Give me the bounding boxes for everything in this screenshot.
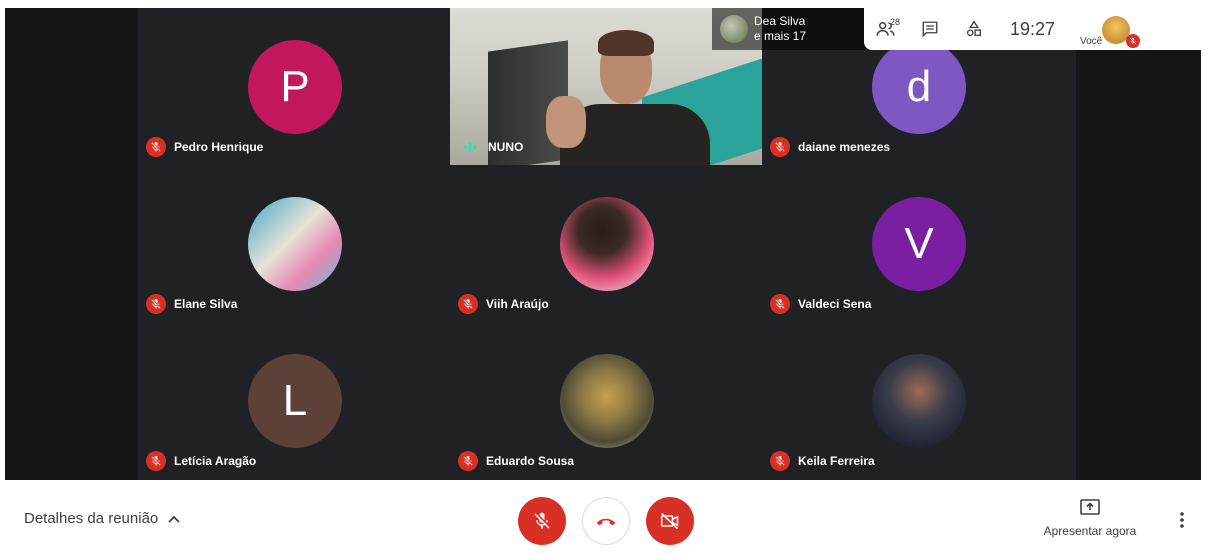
participant-name-row: Pedro Henrique — [146, 137, 263, 157]
participant-name: Letícia Aragão — [174, 454, 257, 468]
mic-off-icon — [534, 512, 550, 529]
camera-off-icon — [660, 512, 679, 530]
present-screen-icon — [1080, 499, 1100, 515]
people-count: 28 — [890, 17, 901, 27]
participant-tile[interactable]: Elane Silva — [138, 165, 450, 322]
speaking-indicator-icon — [460, 137, 480, 157]
participant-tile[interactable]: L Letícia Aragão — [138, 322, 450, 479]
hang-up-icon — [596, 518, 616, 526]
chat-button[interactable] — [908, 8, 952, 50]
mic-off-icon — [458, 451, 478, 471]
activities-button[interactable] — [952, 8, 996, 50]
mic-off-icon — [146, 294, 166, 314]
meeting-stage: P Pedro Henrique NUNO d daiane menezes E… — [0, 0, 1206, 480]
participant-name: Elane Silva — [174, 297, 238, 311]
more-vert-icon — [1180, 512, 1184, 528]
present-now-button[interactable]: Apresentar agora — [1040, 498, 1140, 538]
other-participants-text: Dea Silva e mais 17 — [754, 14, 806, 44]
present-now-label: Apresentar agora — [1043, 524, 1137, 538]
chevron-up-icon — [168, 515, 180, 523]
avatar: V — [872, 197, 966, 291]
mic-off-icon — [146, 451, 166, 471]
avatar: d — [872, 40, 966, 134]
mic-toggle-button[interactable] — [518, 497, 566, 545]
participant-tile[interactable]: Eduardo Sousa — [450, 322, 762, 479]
avatar-initial: P — [280, 62, 310, 111]
mic-off-icon — [146, 137, 166, 157]
avatar-photo — [248, 197, 342, 291]
top-edge — [0, 0, 1206, 8]
participant-name-row: Keila Ferreira — [770, 451, 875, 471]
other-participants-overlay[interactable]: Dea Silva e mais 17 — [712, 8, 866, 50]
participant-name-row: Valdeci Sena — [770, 294, 871, 314]
participant-name-row: Eduardo Sousa — [458, 451, 574, 471]
participant-tile[interactable]: Keila Ferreira — [762, 322, 1074, 479]
participant-tile[interactable]: V Valdeci Sena — [762, 165, 1074, 322]
participant-name-row: Viih Araújo — [458, 294, 549, 314]
mic-off-icon — [770, 294, 790, 314]
avatar: P — [248, 40, 342, 134]
chat-icon — [922, 21, 938, 38]
self-label: Você — [1080, 36, 1103, 47]
avatar-initial: L — [282, 376, 308, 425]
avatar-initial: V — [904, 219, 934, 268]
participant-name-row: Letícia Aragão — [146, 451, 256, 471]
mic-off-icon — [1126, 34, 1140, 48]
mic-off-icon — [458, 294, 478, 314]
participant-name-row: NUNO — [460, 137, 523, 157]
who-line-1: Dea Silva — [754, 14, 806, 28]
meeting-topbar: 28 19:27 Você — [864, 8, 1206, 50]
meeting-controls-bar: Detalhes da reunião Apresentar agora — [0, 480, 1206, 554]
participant-tile[interactable]: P Pedro Henrique — [138, 8, 450, 165]
participant-name-row: daiane menezes — [770, 137, 890, 157]
people-button[interactable]: 28 — [864, 8, 908, 50]
participant-tile[interactable]: Viih Araújo — [450, 165, 762, 322]
camera-toggle-button[interactable] — [646, 497, 694, 545]
video-person-hand — [546, 96, 586, 148]
meeting-clock: 19:27 — [1010, 18, 1056, 39]
participant-name: Valdeci Sena — [798, 297, 872, 311]
self-view[interactable]: Você — [1072, 8, 1140, 50]
leave-call-button[interactable] — [582, 497, 630, 545]
participant-name: daiane menezes — [798, 140, 891, 154]
mic-off-icon — [770, 451, 790, 471]
avatar-initial: d — [906, 62, 932, 111]
participant-name: Viih Araújo — [486, 297, 549, 311]
avatar-photo — [560, 354, 654, 448]
mic-off-icon — [770, 137, 790, 157]
participant-name-row: Elane Silva — [146, 294, 237, 314]
video-person-hair — [598, 30, 654, 56]
avatar-photo — [872, 354, 966, 448]
avatar: L — [248, 354, 342, 448]
participant-thumbnail — [720, 15, 748, 43]
meeting-details-button[interactable]: Detalhes da reunião — [24, 510, 180, 527]
participant-name: Keila Ferreira — [798, 454, 875, 468]
right-edge — [1201, 0, 1206, 480]
left-edge — [0, 0, 5, 480]
meeting-details-label: Detalhes da reunião — [24, 510, 159, 527]
avatar-photo — [560, 197, 654, 291]
shapes-icon — [966, 20, 982, 37]
participant-name: NUNO — [488, 140, 524, 154]
participant-name: Pedro Henrique — [174, 140, 264, 154]
who-line-2: e mais 17 — [754, 29, 807, 43]
participant-name: Eduardo Sousa — [486, 454, 575, 468]
more-options-button[interactable] — [1172, 508, 1192, 532]
